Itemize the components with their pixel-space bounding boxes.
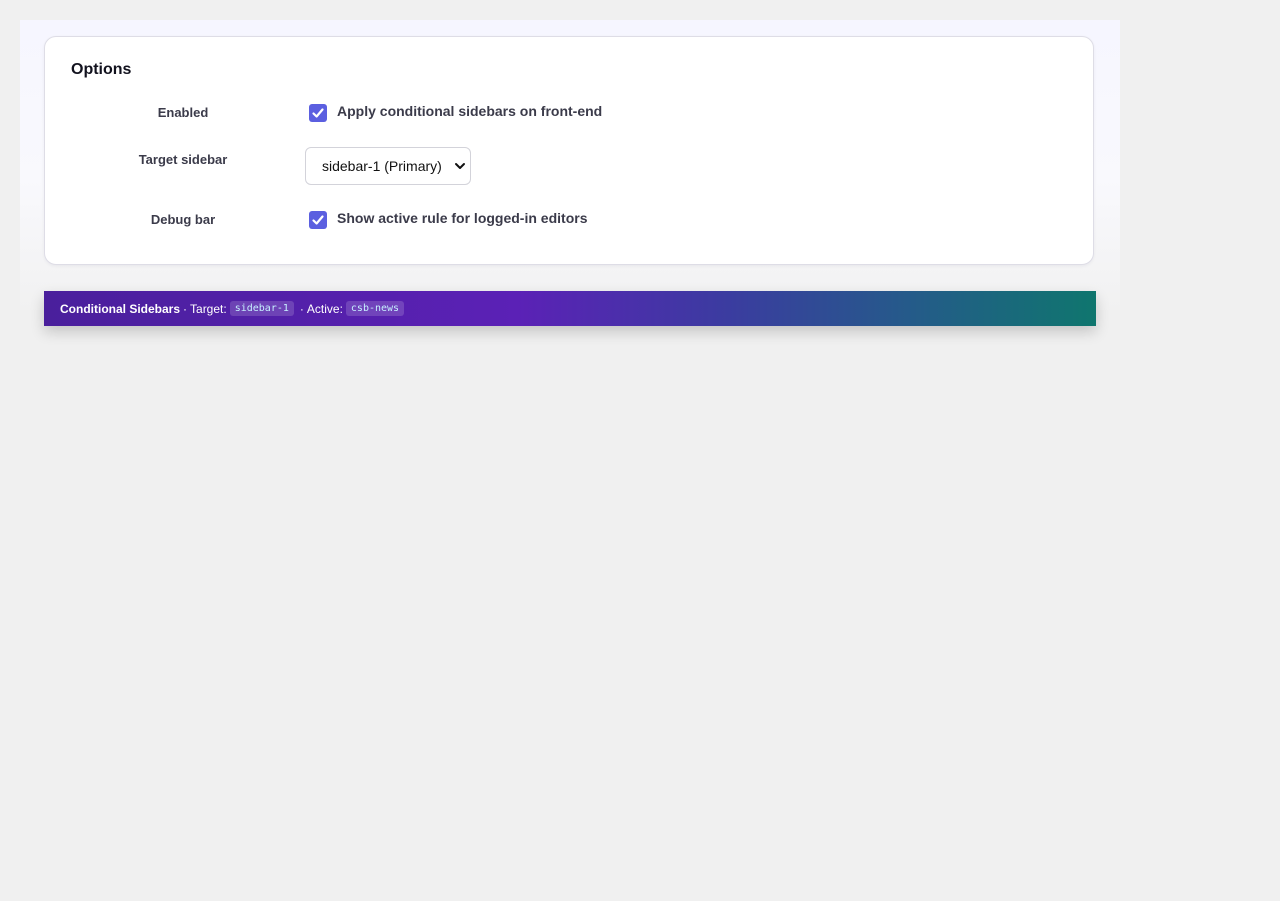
target-sidebar-label: Target sidebar	[138, 152, 228, 167]
target-sidebar-selected-value: sidebar-1 (Primary)	[322, 158, 442, 174]
target-sidebar-select[interactable]: sidebar-1 (Primary)	[305, 147, 471, 185]
chevron-down-icon	[455, 163, 465, 169]
debug-bar-checkbox-label[interactable]: Show active rule for logged-in editors	[337, 210, 587, 226]
debug-bar-separator: ·	[183, 301, 188, 316]
enabled-checkbox[interactable]	[309, 104, 327, 122]
checkmark-icon	[312, 108, 324, 118]
debug-bar-label: Debug bar	[150, 212, 216, 227]
debug-bar-target-value: sidebar-1	[229, 301, 294, 316]
checkmark-icon	[312, 215, 324, 225]
options-card: Options Enabled Apply conditional sideba…	[44, 36, 1094, 265]
debug-bar-brand: Conditional Sidebars	[60, 301, 181, 316]
debug-bar-checkbox[interactable]	[309, 211, 327, 229]
options-title: Options	[71, 61, 132, 78]
debug-bar: Conditional Sidebars · Target: sidebar-1…	[44, 291, 1096, 326]
debug-bar-active-value: csb-news	[345, 301, 405, 316]
debug-bar-separator: ·	[299, 301, 304, 316]
enabled-label: Enabled	[157, 105, 209, 120]
enabled-checkbox-label[interactable]: Apply conditional sidebars on front-end	[337, 103, 602, 119]
debug-bar-target-label: Target:	[190, 301, 227, 316]
debug-bar-active-label: Active:	[306, 301, 343, 316]
